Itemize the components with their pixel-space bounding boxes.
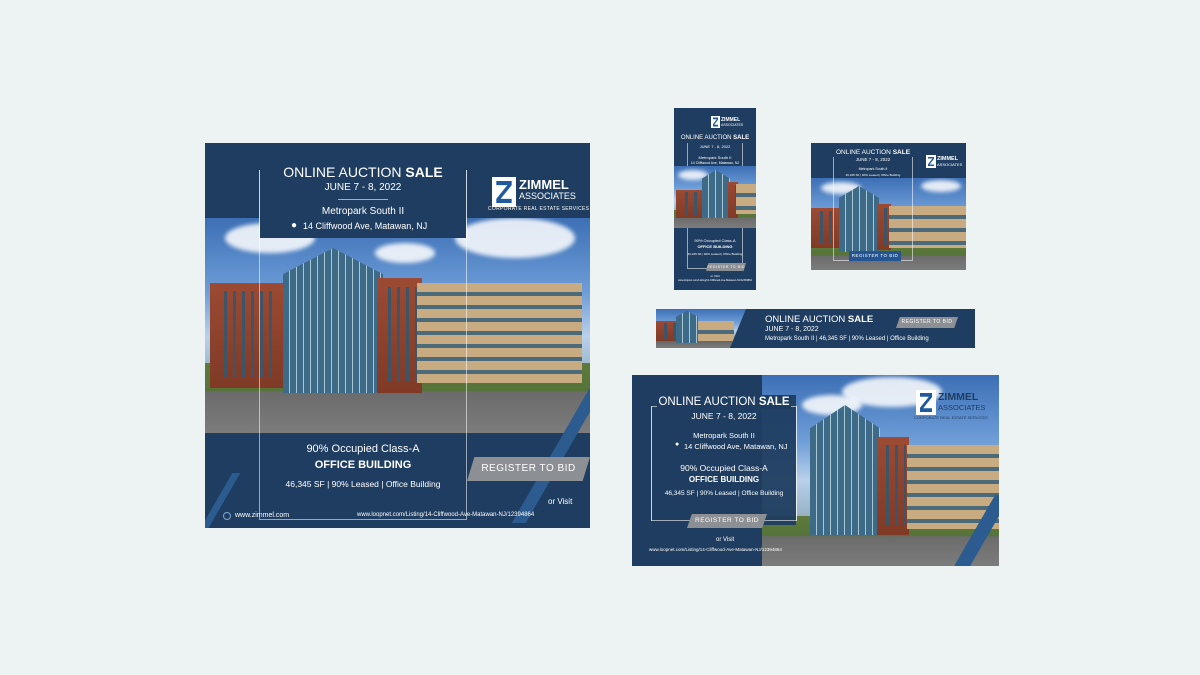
auction-dates: JUNE 7 - 8, 2022 — [765, 326, 819, 333]
listing-url[interactable]: www.loopnet.com/Listing/14-Cliffwood-Ave… — [674, 279, 756, 282]
property-facts: 46,345 SF | 90% Leased | Office Building — [845, 173, 901, 177]
property-address: 14 Cliffwood Ave, Matawan, NJ — [684, 442, 788, 451]
logo-tagline: CORPORATE REAL ESTATE SERVICES — [914, 415, 988, 420]
building-type: OFFICE BUILDING — [697, 244, 733, 249]
wide-ad: ONLINE AUCTION SALE JUNE 7 - 8, 2022 Met… — [632, 375, 999, 566]
register-to-bid-button[interactable]: REGISTER TO BID — [467, 457, 590, 481]
decorative-stripe — [205, 473, 241, 528]
website-link[interactable]: www.zimmel.com — [235, 512, 289, 519]
auction-title-bold: SALE — [405, 164, 443, 180]
logo-sub: ASSOCIATES — [519, 191, 576, 201]
auction-title: ONLINE AUCTION — [835, 149, 891, 156]
logo-name: ZIMMEL — [938, 391, 979, 403]
logo-name: ZIMMEL — [519, 177, 569, 192]
auction-title-bold: SALE — [733, 135, 750, 141]
map-pin-icon: ● — [291, 220, 298, 231]
building-photo — [674, 166, 756, 228]
logo-sub: ASSOCIATES — [938, 403, 986, 412]
auction-title-bold: SALE — [847, 314, 874, 325]
building-type: OFFICE BUILDING — [688, 475, 760, 484]
register-to-bid-button[interactable]: REGISTER TO BID — [849, 251, 901, 261]
small-square-ad: ONLINE AUCTION SALE JUNE 7 - 8, 2022 Met… — [811, 143, 966, 270]
auction-title: ONLINE AUCTION — [283, 164, 402, 180]
auction-title-bold: SALE — [892, 149, 911, 156]
building-type: OFFICE BUILDING — [314, 459, 412, 471]
property-facts: 46,345 SF | 90% Leased | Office Building — [664, 490, 784, 497]
or-visit-text: or Visit — [710, 274, 720, 278]
property-name: Metropark South II — [693, 431, 755, 440]
logo-sub: ASSOCIATES — [937, 162, 963, 167]
leaderboard-facts: Metropark South II | 46,345 SF | 90% Lea… — [765, 336, 929, 342]
register-to-bid-button[interactable]: REGISTER TO BID — [706, 263, 746, 271]
occupancy-text: 90% Occupied Class-A — [306, 443, 420, 455]
auction-title-bold: SALE — [758, 396, 790, 408]
occupancy-text: 90% Occupied Class-A — [680, 463, 768, 473]
logo-tagline: CORPORATE REAL ESTATE SERVICES — [488, 206, 590, 212]
auction-dates: JUNE 7 - 8, 2022 — [691, 411, 757, 421]
property-address: 14 Cliffwood Ave, Matawan, NJ — [690, 161, 740, 165]
register-to-bid-button[interactable]: REGISTER TO BID — [896, 317, 958, 328]
vertical-ad: ZIMMEL ASSOCIATES ONLINE AUCTION SALE JU… — [674, 108, 756, 290]
or-visit-text: or Visit — [716, 537, 735, 543]
zimmel-logo-mark — [711, 116, 720, 128]
auction-dates: JUNE 7 - 8, 2022 — [324, 182, 402, 193]
auction-title: ONLINE AUCTION — [680, 135, 732, 141]
property-name: Metropark South II — [321, 206, 405, 217]
auction-title: ONLINE AUCTION — [658, 396, 756, 408]
property-facts: 46,345 SF | 90% Leased | Office Building — [687, 252, 743, 256]
property-facts: 46,345 SF | 90% Leased | Office Building — [285, 479, 441, 489]
square-ad-large: ONLINE AUCTION SALE JUNE 7 - 8, 2022 Met… — [205, 143, 590, 528]
zimmel-logo-mark — [916, 390, 936, 415]
property-name: Metropark South II — [858, 167, 888, 171]
map-pin-icon: ● — [675, 441, 680, 448]
register-to-bid-button[interactable]: REGISTER TO BID — [687, 514, 767, 528]
auction-dates: JUNE 7 - 8, 2022 — [855, 157, 891, 162]
globe-icon — [223, 512, 231, 520]
zimmel-logo-mark — [492, 177, 516, 207]
occupancy-text: 90% Occupied Class-A — [694, 238, 736, 243]
logo-sub: ASSOCIATES — [721, 123, 744, 127]
building-photo — [656, 309, 746, 348]
or-visit-text: or Visit — [548, 497, 573, 506]
zimmel-logo-mark — [926, 155, 936, 168]
leaderboard-ad: ONLINE AUCTION SALE JUNE 7 - 8, 2022 Met… — [656, 309, 975, 348]
listing-url[interactable]: www.loopnet.com/Listing/14-Cliffwood-Ave… — [357, 512, 534, 518]
property-name: Metropark South II — [698, 155, 732, 160]
auction-title: ONLINE AUCTION — [765, 314, 846, 325]
auction-dates: JUNE 7 - 8, 2022 — [699, 144, 731, 149]
listing-url[interactable]: www.loopnet.com/Listing/14-Cliffwood-Ave… — [649, 547, 782, 552]
property-address: 14 Cliffwood Ave, Matawan, NJ — [303, 221, 428, 231]
